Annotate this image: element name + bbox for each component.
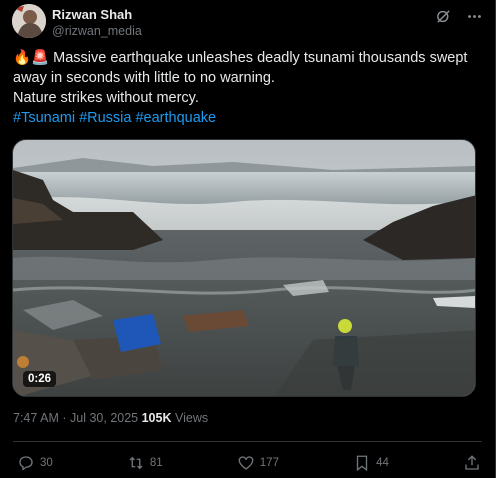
bookmark-count: 44: [376, 457, 389, 469]
user-info[interactable]: Rizwan Shah @rizwan_media: [52, 7, 142, 39]
reply-icon: [19, 456, 33, 471]
tweet-text: 🔥🚨 Massive earthquake unleashes deadly t…: [13, 48, 483, 128]
like-count: 177: [259, 457, 279, 469]
reply-button[interactable]: 30: [17, 454, 53, 472]
tweet-card: Rizwan Shah @rizwan_media 🔥🚨 Massive ear…: [0, 0, 496, 478]
share-icon: [465, 455, 479, 470]
more-icon[interactable]: [466, 8, 483, 25]
like-button[interactable]: 177: [237, 454, 279, 472]
tweet-line-2: away in seconds with little to no warnin…: [13, 70, 275, 86]
grok-icon[interactable]: [435, 8, 452, 25]
bookmark-icon: [356, 455, 368, 472]
tweet-line-3: Nature strikes without mercy.: [13, 90, 199, 106]
meta-separator: ·: [62, 411, 67, 425]
views-count: 105K: [141, 411, 172, 425]
hashtags: #Tsunami #Russia #earthquake: [13, 108, 483, 128]
divider: [13, 441, 482, 442]
header-actions: [435, 8, 483, 25]
views-label: Views: [174, 411, 209, 425]
hashtag-link[interactable]: #Tsunami: [13, 110, 75, 126]
share-button[interactable]: [463, 454, 481, 472]
tweet-meta: 7:47 AM · Jul 30, 2025 105K Views: [13, 411, 208, 425]
video-thumbnail: [13, 140, 475, 396]
avatar[interactable]: [12, 4, 46, 38]
user-handle[interactable]: @rizwan_media: [52, 23, 142, 39]
tweet-line-1: 🔥🚨 Massive earthquake unleashes deadly t…: [13, 50, 468, 66]
date[interactable]: Jul 30, 2025: [70, 411, 138, 425]
video-duration: 0:26: [23, 371, 57, 387]
video-player[interactable]: 0:26: [12, 139, 476, 397]
hashtag-link[interactable]: #earthquake: [135, 110, 216, 126]
hashtag-link[interactable]: #Russia: [79, 110, 131, 126]
timestamp[interactable]: 7:47 AM: [13, 411, 59, 425]
repost-count: 81: [149, 457, 163, 469]
action-bar: 30 81 177 44: [17, 453, 481, 473]
bookmark-button[interactable]: 44: [353, 454, 389, 472]
display-name[interactable]: Rizwan Shah: [52, 7, 142, 23]
tweet-header: Rizwan Shah @rizwan_media: [12, 4, 483, 40]
repost-icon: [129, 456, 143, 470]
reply-count: 30: [40, 457, 53, 469]
heart-icon: [238, 456, 254, 470]
repost-button[interactable]: 81: [127, 454, 163, 472]
